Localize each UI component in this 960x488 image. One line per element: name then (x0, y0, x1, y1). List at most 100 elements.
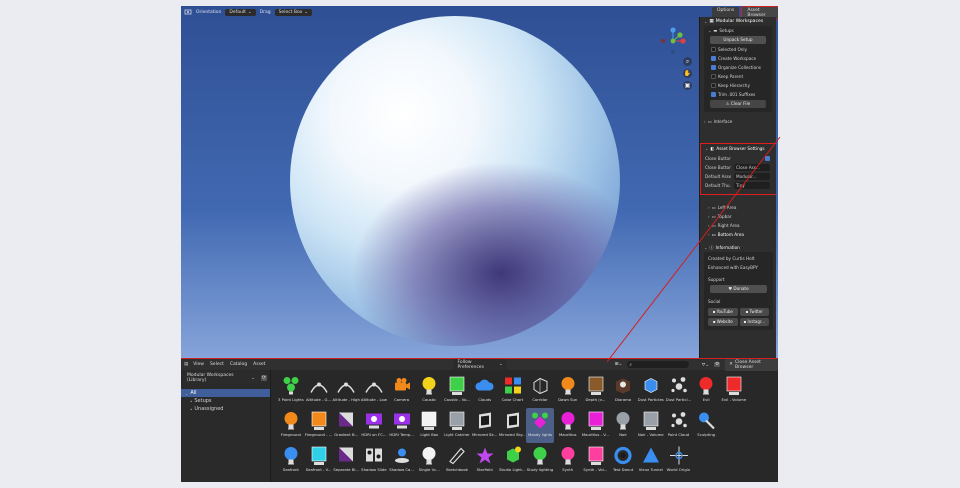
setup-option-label: Keep Parent (718, 74, 744, 79)
panel-header[interactable]: ⌄ ▦ Modular Workspaces (700, 17, 776, 26)
asset-tile[interactable]: Synth - Vol... (582, 443, 610, 478)
asset-tile[interactable]: Shadow Ca... (388, 443, 416, 478)
empty-slot (748, 373, 776, 408)
asset-tile[interactable]: Fireground (277, 408, 305, 443)
setup-option-row[interactable]: Trim .001 Suffixes (704, 90, 772, 99)
refresh-icon[interactable]: ⟳ (261, 375, 268, 381)
asset-tile[interactable]: Diorama (609, 373, 637, 408)
asset-tile[interactable]: Gradient B... (332, 408, 360, 443)
clear-file-button[interactable]: ⚠ Clear File (710, 100, 766, 108)
asset-tile[interactable]: Camera (388, 373, 416, 408)
asset-tile[interactable]: Shadow Slide (360, 443, 388, 478)
asset-tile[interactable]: Single Vc... (415, 443, 443, 478)
asset-tile[interactable]: Fireground - ... (305, 408, 333, 443)
object-mode-icon[interactable] (184, 8, 192, 16)
setup-option-checkbox[interactable] (711, 47, 716, 52)
hand-pan-icon[interactable]: ✋ (683, 69, 692, 78)
catalog-label: Setups (194, 398, 212, 404)
asset-tile[interactable]: Evil - Volume (720, 373, 748, 408)
asset-tile[interactable]: Vieux Tunnel (637, 443, 665, 478)
asset-tile[interactable]: Altitude - G... (305, 373, 333, 408)
catalog-item[interactable]: • Unassigned (181, 405, 270, 413)
asset-tile[interactable]: Depth (v... (582, 373, 610, 408)
bullet-icon: • (190, 398, 193, 404)
setup-option-row[interactable]: Organize Collections (704, 63, 772, 72)
bulb-pink-icon (561, 447, 575, 465)
asset-label: Mirrored Sk... (472, 432, 498, 437)
asset-tile[interactable]: 3 Point Lights (277, 373, 305, 408)
setup-option-checkbox[interactable] (711, 56, 716, 61)
asset-tile[interactable]: Light Catcher (443, 408, 471, 443)
asset-tile[interactable]: Studio Light... (499, 443, 527, 478)
bulb-green-icon (533, 447, 547, 465)
asset-tile[interactable]: Mirrored Sk... (471, 408, 499, 443)
triangle-blue-icon (642, 447, 659, 463)
asset-tile[interactable]: Light Box (415, 408, 443, 443)
menu-item[interactable]: Select (210, 362, 224, 367)
setups-header[interactable]: ⌄ ▬ Setups (704, 26, 772, 35)
asset-tile[interactable]: World Origin (665, 443, 693, 478)
unpack-setup-button[interactable]: Unpack Setup (710, 36, 766, 44)
asset-tile[interactable]: Caustic (415, 373, 443, 408)
catalog-item[interactable]: • Setups (181, 397, 270, 405)
setup-option-row[interactable]: Keep Parent (704, 72, 772, 81)
interface-header[interactable]: › ▭ Interface (700, 117, 776, 126)
asset-tile[interactable]: Mirrored Sky... (499, 408, 527, 443)
asset-label: Light Box (420, 432, 439, 437)
setup-option-row[interactable]: Selected Only (704, 45, 772, 54)
three-lights-icon (283, 377, 299, 395)
menu-item[interactable]: View (193, 362, 204, 367)
asset-tile[interactable]: Dust Particl... (665, 373, 693, 408)
asset-tile[interactable]: Sculpting (692, 408, 720, 443)
camera-view-icon[interactable]: ▣ (683, 81, 692, 90)
setup-option-checkbox[interactable] (711, 65, 716, 70)
square-gray-icon (643, 411, 659, 430)
asset-tile[interactable]: Study lighting (526, 443, 554, 478)
asset-tile[interactable]: HDRI Temp... (388, 408, 416, 443)
asset-tile[interactable]: Clouds (471, 373, 499, 408)
asset-tile[interactable]: Color Chart (499, 373, 527, 408)
asset-tile[interactable]: Seafront (277, 443, 305, 478)
asset-tile[interactable]: Test Donut (609, 443, 637, 478)
asset-tile[interactable]: Noir - Volume (637, 408, 665, 443)
setup-option-checkbox[interactable] (711, 83, 716, 88)
asset-tile[interactable]: Corridor (526, 373, 554, 408)
asset-tile[interactable]: HDRI on FC... (360, 408, 388, 443)
asset-label: Altitude - Low (360, 397, 387, 402)
setup-option-row[interactable]: Create Workspace (704, 54, 772, 63)
asset-label: Vieux Tunnel (638, 467, 663, 472)
asset-tile[interactable]: Synth (554, 443, 582, 478)
zoom-icon[interactable]: ⌕ (683, 57, 692, 66)
orientation-dropdown[interactable]: Default ⌄ (225, 8, 256, 16)
bulb-white-icon (422, 447, 436, 465)
filter-dropdown[interactable]: Follow Preferences ⌄ (453, 358, 507, 371)
drag-dropdown[interactable]: Select Box ⌄ (274, 8, 313, 16)
asset-tile[interactable]: Caustic - Vo... (443, 373, 471, 408)
asset-tile[interactable]: Mauritius - V... (582, 408, 610, 443)
sphere-object[interactable] (290, 16, 620, 346)
setup-option-checkbox[interactable] (711, 92, 716, 97)
menu-item[interactable]: Asset (253, 362, 265, 367)
asset-tile[interactable]: Point Cloud (665, 408, 693, 443)
asset-browser: ▤ View Select Catalog Asset Follow Preferen… (181, 358, 778, 482)
asset-tile[interactable]: Noir (609, 408, 637, 443)
asset-tile[interactable]: Dust Particles (637, 373, 665, 408)
asset-tile[interactable]: Sketchbook (443, 443, 471, 478)
catalog-item[interactable]: ⌄ All (181, 389, 270, 397)
navigation-gizmo[interactable] (658, 26, 688, 56)
asset-tile[interactable]: Altitude - High (332, 373, 360, 408)
asset-tile[interactable]: Separate Bl... (332, 443, 360, 478)
asset-tile[interactable]: Mauritius (554, 408, 582, 443)
asset-tile[interactable]: Seafront - V... (305, 443, 333, 478)
setup-option-row[interactable]: Keep Hierarchy (704, 81, 772, 90)
menu-item[interactable]: Catalog (230, 362, 247, 367)
editor-type-icon[interactable]: ▤ (184, 362, 188, 367)
asset-tile[interactable]: Moody lights (526, 408, 554, 443)
gradient-icon (339, 412, 354, 427)
asset-tile[interactable]: Evil (692, 373, 720, 408)
setup-option-checkbox[interactable] (711, 74, 716, 79)
asset-tile[interactable]: Altitude - Low (360, 373, 388, 408)
asset-tile[interactable]: Dawn Sun (554, 373, 582, 408)
library-dropdown[interactable]: Modular Workspaces (Library) ⌄ (183, 372, 259, 384)
asset-tile[interactable]: Starfield (471, 443, 499, 478)
